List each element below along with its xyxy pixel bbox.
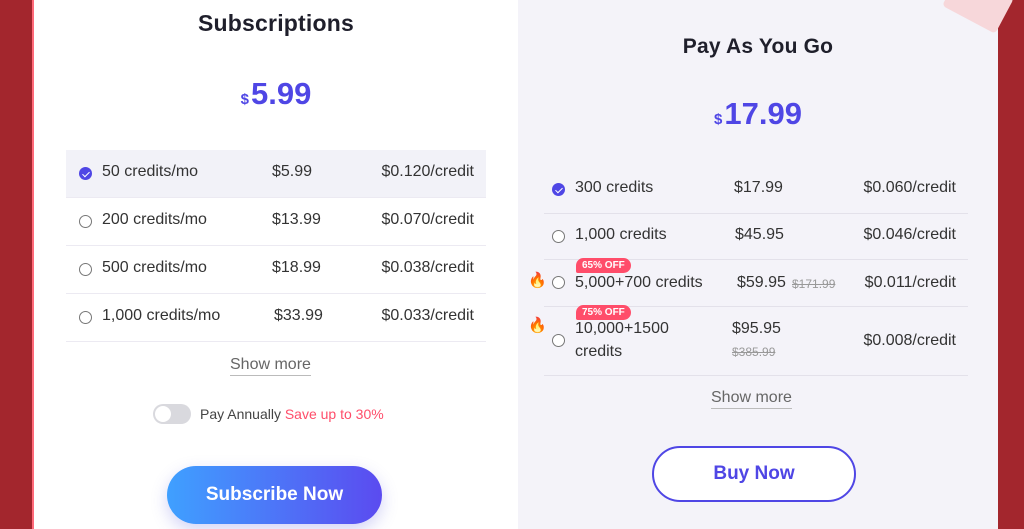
plan-row-500[interactable]: 500 credits/mo $18.99 $0.038/credit: [66, 246, 486, 294]
radio-button[interactable]: [79, 215, 92, 228]
price-value: 17.99: [724, 96, 802, 131]
subscriptions-title: Subscriptions: [198, 10, 354, 36]
plan-price: $13.99: [272, 211, 321, 228]
plan-price: $17.99: [734, 179, 783, 196]
subscriptions-panel: Subscriptions $5.99 50 credits/mo $5.99 …: [32, 0, 520, 529]
plan-per-credit: $0.008/credit: [863, 332, 956, 349]
payg-row-10000[interactable]: 🔥 75% OFF 10,000+1500 credits $95.95 $38…: [528, 305, 968, 376]
plan-price: $45.95: [735, 226, 784, 243]
plan-per-credit: $0.033/credit: [381, 307, 474, 324]
pay-annually-text: Pay Annually Save up to 30%: [200, 406, 384, 422]
payg-price: $17.99: [518, 96, 998, 132]
plan-label: 500 credits/mo: [102, 259, 207, 276]
check-icon[interactable]: [552, 183, 565, 196]
pay-annually-label: Pay Annually: [200, 406, 281, 422]
plan-per-credit: $0.060/credit: [863, 179, 956, 196]
plan-label: 1,000 credits: [575, 226, 667, 243]
plan-label: 300 credits: [575, 179, 654, 196]
plan-label: 50 credits/mo: [102, 163, 199, 180]
buy-now-button[interactable]: Buy Now: [652, 446, 856, 502]
plan-label: 1,000 credits/mo: [102, 307, 221, 324]
radio-button[interactable]: [552, 334, 565, 347]
price-value: 5.99: [251, 76, 312, 111]
plan-label-line2: credits: [575, 343, 623, 360]
plan-row-200[interactable]: 200 credits/mo $13.99 $0.070/credit: [66, 198, 486, 246]
plan-row-1000[interactable]: 1,000 credits/mo $33.99 $0.033/credit: [66, 294, 486, 342]
plan-row-50[interactable]: 50 credits/mo $5.99 $0.120/credit: [66, 150, 486, 198]
plan-price: $33.99: [274, 307, 323, 324]
plan-price: $5.99: [272, 163, 313, 180]
price-currency: $: [240, 91, 249, 108]
plan-per-credit: $0.011/credit: [864, 274, 956, 291]
payg-row-300[interactable]: 300 credits $17.99 $0.060/credit: [544, 166, 968, 214]
check-icon[interactable]: [79, 167, 92, 180]
plan-label: 5,000+700 credits: [575, 274, 703, 291]
show-more-link[interactable]: Show more: [230, 356, 311, 376]
plan-price: $59.95: [737, 274, 786, 291]
fire-icon: 🔥: [528, 317, 547, 334]
plan-price: $95.95: [732, 320, 781, 337]
price-currency: $: [714, 111, 723, 128]
save-note: Save up to 30%: [284, 406, 384, 422]
old-price: $171.99: [792, 277, 836, 291]
plan-price: $18.99: [272, 259, 321, 276]
payg-row-1000[interactable]: 1,000 credits $45.95 $0.046/credit: [544, 214, 968, 260]
radio-button[interactable]: [552, 230, 565, 243]
subscribe-now-button[interactable]: Subscribe Now: [167, 466, 382, 524]
plan-per-credit: $0.046/credit: [863, 226, 956, 243]
plan-per-credit: $0.038/credit: [381, 259, 474, 276]
show-more-link[interactable]: Show more: [711, 389, 792, 409]
payg-panel: Pay As You Go $17.99 300 credits $17.99 …: [518, 0, 1014, 529]
discount-badge: 75% OFF: [576, 305, 631, 320]
subscriptions-price: $5.99: [34, 76, 518, 112]
pay-annually-toggle[interactable]: [153, 404, 191, 424]
fire-icon: 🔥: [528, 272, 547, 289]
radio-button[interactable]: [552, 276, 565, 289]
radio-button[interactable]: [79, 311, 92, 324]
plan-label: 200 credits/mo: [102, 211, 207, 228]
corner-ribbon: [942, 0, 1014, 34]
discount-badge: 65% OFF: [576, 258, 631, 273]
plan-label-line1: 10,000+1500: [575, 320, 669, 337]
payg-title: Pay As You Go: [682, 35, 834, 58]
radio-button[interactable]: [79, 263, 92, 276]
plan-per-credit: $0.070/credit: [381, 211, 474, 228]
payg-row-5000[interactable]: 🔥 65% OFF 5,000+700 credits $59.95 $171.…: [528, 258, 968, 307]
plan-per-credit: $0.120/credit: [381, 163, 474, 180]
old-price: $385.99: [732, 345, 776, 359]
